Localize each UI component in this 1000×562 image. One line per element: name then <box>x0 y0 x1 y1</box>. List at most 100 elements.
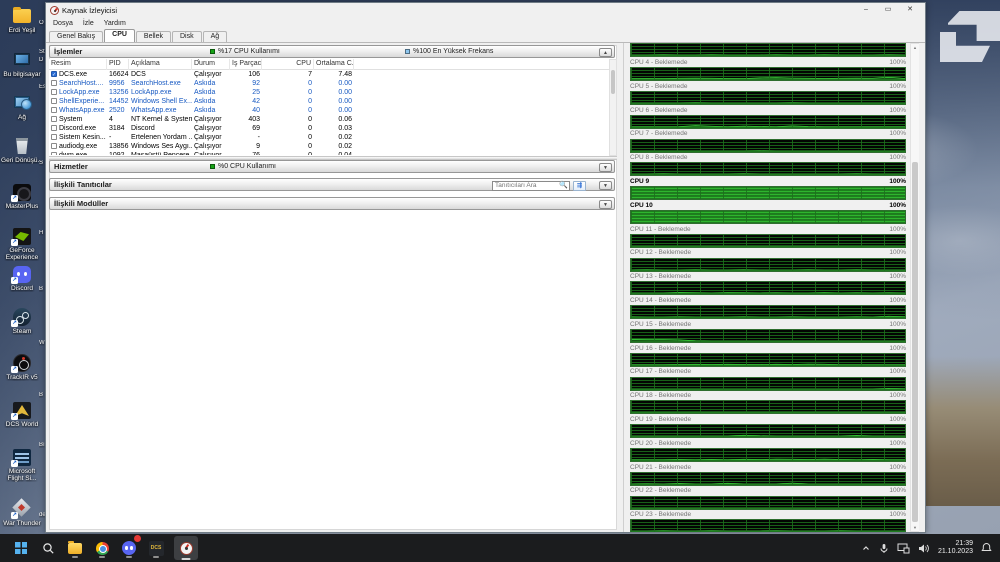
scrollbar-thumb[interactable] <box>611 70 615 94</box>
desktop-icon-wt[interactable]: ↗ War Thunder <box>0 498 44 527</box>
column-header-6[interactable]: CPU <box>262 59 314 70</box>
cpu-usage-chart-cpu17beklemede <box>630 376 906 391</box>
process-row-dwmexe[interactable]: dwm.exe1092Masaüstü Pencere...Çalışıyor7… <box>49 151 609 155</box>
tray-chevron-up-icon[interactable] <box>861 543 871 553</box>
process-checkbox[interactable] <box>51 80 57 86</box>
process-row-system[interactable]: System 4 NT Kernel & System Çalışıyor 403 0 0.… <box>49 115 609 124</box>
tabbar: Genel Bakış CPU Bellek Disk Ağ <box>46 29 925 43</box>
process-list-scrollbar[interactable] <box>609 59 617 156</box>
process-checkbox[interactable] <box>51 107 57 113</box>
expand-modules-button[interactable]: ▼ <box>599 199 612 209</box>
process-checkbox[interactable] <box>51 89 57 95</box>
column-header-1[interactable]: Resim <box>49 59 107 70</box>
minimize-button[interactable]: – <box>855 4 877 16</box>
display-cast-icon[interactable] <box>897 543 910 554</box>
cpu-chart-label: CPU 14 - Beklemede 100% <box>630 297 906 304</box>
process-row-lockappexe[interactable]: LockApp.exe 13256 LockApp.exe Askıda 25 0 0.00 <box>49 88 609 97</box>
handles-header-bar[interactable]: İlişkili Tanıtıcılar 🔍 ⇶ ▼ <box>49 178 615 191</box>
processes-header-bar[interactable]: İşlemler %17 CPU Kullanımı %100 En Yükse… <box>49 45 615 58</box>
desktop-icon-st[interactable]: ↗ Steam <box>0 307 44 335</box>
handle-search-input[interactable] <box>493 181 560 190</box>
menu-item-i̇zle[interactable]: İzle <box>78 20 99 27</box>
scroll-down-icon[interactable]: ▼ <box>911 525 919 530</box>
cpu-chart-label: CPU 9 100% <box>630 178 906 185</box>
desktop-icon-tir[interactable]: ↗ TrackIR v5 <box>0 353 44 381</box>
column-header-2[interactable]: PID <box>107 59 129 70</box>
cpu-usage-chart-cpu22beklemede <box>630 495 906 510</box>
discord-icon <box>122 541 136 555</box>
process-checkbox[interactable] <box>51 143 57 149</box>
notification-bell-icon[interactable] <box>981 542 992 554</box>
expand-handles-button[interactable]: ▼ <box>599 180 612 190</box>
process-checkbox[interactable] <box>51 98 57 104</box>
desktop-icon-fs[interactable]: ↗ Microsoft Flight Si... <box>0 447 44 482</box>
wallpaper-terrain <box>924 356 1000 506</box>
scroll-up-icon[interactable]: ▲ <box>911 45 919 50</box>
desktop-icon-dc[interactable]: ↗ Discord <box>0 264 44 292</box>
chrome-button[interactable] <box>93 537 111 559</box>
speaker-icon[interactable] <box>918 543 930 554</box>
desktop-icon-net[interactable]: Ağ <box>0 93 44 121</box>
close-button[interactable]: ✕ <box>899 4 921 16</box>
desktop-icon-mp[interactable]: ↗ MasterPlus <box>0 182 44 210</box>
cpu-chart-label: CPU 7 - Beklemede 100% <box>630 130 906 138</box>
process-checkbox[interactable] <box>51 116 57 122</box>
desktop-icon-dcs[interactable]: ↗ DCS World <box>0 400 44 428</box>
process-row-whatsappexe[interactable]: WhatsApp.exe 2520 WhatsApp.exe Askıda 40 0 0.0… <box>49 106 609 115</box>
cpu-usage-chart-cpu16beklemede <box>630 352 906 367</box>
microphone-icon[interactable] <box>879 543 889 554</box>
menu-item-dosya[interactable]: Dosya <box>48 20 78 27</box>
process-row-searchhost[interactable]: SearchHost.... 9956 SearchHost.exe Askıda 92… <box>49 79 609 88</box>
resource-monitor-app-icon <box>50 5 59 15</box>
start-button[interactable] <box>12 537 30 559</box>
search-icon[interactable]: 🔍 <box>559 182 568 190</box>
services-header-bar[interactable]: Hizmetler %0 CPU Kullanımı ▼ <box>49 160 615 173</box>
cpu-graphs-panel: CPU 4 - Beklemede 100% CPU 5 - Beklemede 10… <box>623 43 919 532</box>
desktop-icon-label: GeForce Experience <box>5 247 39 261</box>
column-header-3[interactable]: Açıklama <box>129 59 192 70</box>
maximize-button[interactable]: ▭ <box>877 4 899 16</box>
process-row-dcsexe[interactable]: DCS.exe16624DCSÇalışıyor10677.48 <box>49 70 609 79</box>
cpu-usage-chart-cpu7beklemede <box>630 138 906 153</box>
bin-icon <box>16 138 28 154</box>
desktop-icon-pc[interactable]: Bu bilgisayar <box>0 50 44 78</box>
process-checkbox[interactable] <box>51 125 57 131</box>
process-row-sistemkesin[interactable]: Sistem Kesin... - Ertelenen Yordam ... Çalı… <box>49 133 609 142</box>
desktop-icon-bin[interactable]: Geri Dönüşü... <box>0 136 44 164</box>
search-filter-icon[interactable]: ⇶ <box>573 180 586 191</box>
scrollbar-thumb[interactable] <box>912 162 918 522</box>
cpu-panel-scrollbar[interactable]: ▲ ▼ <box>910 43 919 532</box>
taskbar-apps: DCS <box>12 535 198 560</box>
search-button[interactable] <box>39 537 57 559</box>
tab-genel-bakış[interactable]: Genel Bakış <box>49 31 104 42</box>
titlebar[interactable]: Kaynak İzleyicisi – ▭ ✕ <box>46 3 925 17</box>
file-explorer-button[interactable] <box>66 537 84 559</box>
dcs-button[interactable]: DCS <box>147 537 165 559</box>
column-header-5[interactable]: İş Parçacığı <box>230 59 262 70</box>
taskbar: DCS 21:39 21.10.2023 <box>0 534 1000 562</box>
clock[interactable]: 21:39 21.10.2023 <box>938 540 973 557</box>
column-header-7[interactable]: Ortalama C... <box>314 59 354 70</box>
modules-header-bar[interactable]: İlişkili Modüller ▼ <box>49 197 615 210</box>
desktop-icon-folder[interactable]: Erdi Yeşil <box>0 6 44 34</box>
process-row-discordexe[interactable]: Discord.exe 3184 Discord Çalışıyor 69 0 0.03 <box>49 124 609 133</box>
tab-cpu[interactable]: CPU <box>104 29 135 42</box>
search-icon <box>42 542 54 554</box>
process-row-audiodgexe[interactable]: audiodg.exe 13856 Windows Ses Aygı... Çalış… <box>49 142 609 151</box>
process-checkbox[interactable] <box>51 152 57 155</box>
desktop-icon-label: Erdi Yeşil <box>8 27 36 34</box>
tab-disk[interactable]: Disk <box>172 31 202 42</box>
processes-title: İşlemler <box>54 47 83 56</box>
expand-services-button[interactable]: ▼ <box>599 162 612 172</box>
desktop-icon-gf[interactable]: ↗ GeForce Experience <box>0 226 44 261</box>
collapse-processes-button[interactable]: ▲ <box>599 47 612 57</box>
process-row-shellexperie[interactable]: ShellExperie... 14452 Windows Shell Ex... A… <box>49 97 609 106</box>
tab-ağ[interactable]: Ağ <box>202 31 228 42</box>
tab-bellek[interactable]: Bellek <box>135 31 171 42</box>
notification-badge <box>134 535 141 542</box>
process-checkbox[interactable] <box>51 134 57 140</box>
menu-item-yardım[interactable]: Yardım <box>99 20 131 27</box>
discord-button[interactable] <box>120 535 141 559</box>
process-checkbox[interactable] <box>51 71 57 79</box>
resource-monitor-button[interactable] <box>174 536 198 560</box>
